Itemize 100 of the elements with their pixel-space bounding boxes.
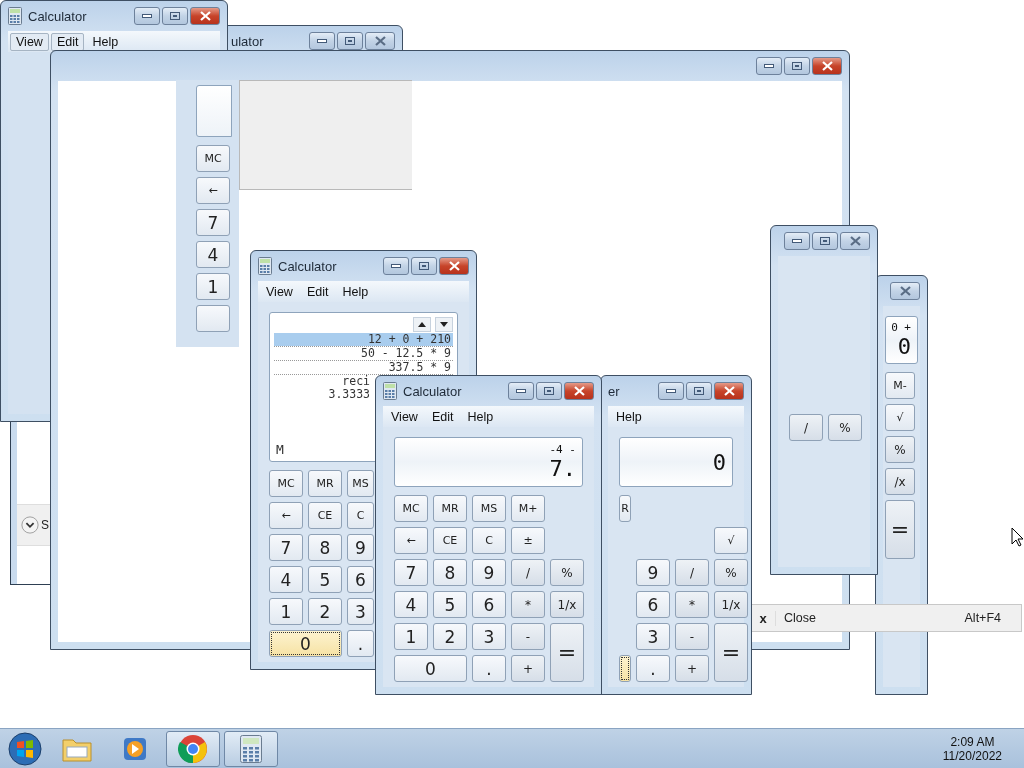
clock[interactable]: 2:09 AM 11/20/2022: [942, 734, 1020, 763]
minimize-button[interactable]: [658, 382, 684, 400]
history-entry[interactable]: reci: [274, 375, 372, 388]
calculator-key[interactable]: +: [675, 655, 709, 682]
calculator-key[interactable]: .: [636, 655, 670, 682]
minimize-button[interactable]: [134, 7, 160, 25]
calculator-key[interactable]: 9: [347, 534, 374, 561]
calculator-key[interactable]: MR: [308, 470, 342, 497]
calculator-key[interactable]: 1/x: [550, 591, 584, 618]
taskbar-app[interactable]: [166, 730, 220, 767]
calculator-key[interactable]: 1: [394, 623, 428, 650]
menu-item[interactable]: Edit: [50, 32, 85, 51]
calculator-key[interactable]: %: [885, 436, 915, 463]
calculator-key[interactable]: ±: [511, 527, 545, 554]
maximize-button[interactable]: [784, 57, 810, 75]
history-entry[interactable]: 50 - 12.5 * 9: [274, 347, 453, 360]
calculator-key[interactable]: 4: [269, 566, 303, 593]
menu-item[interactable]: Edit: [425, 407, 460, 426]
calculator-key[interactable]: MC: [269, 470, 303, 497]
close-button[interactable]: [890, 282, 920, 300]
calculator-key[interactable]: 1: [269, 598, 303, 625]
calculator-key[interactable]: %: [714, 559, 748, 586]
calculator-key[interactable]: MR: [433, 495, 467, 522]
maximize-button[interactable]: [162, 7, 188, 25]
calculator-key[interactable]: 5: [433, 591, 467, 618]
calculator-key[interactable]: 4: [196, 241, 230, 268]
calculator-key[interactable]: CE: [433, 527, 467, 554]
close-button[interactable]: [812, 57, 842, 75]
calculator-key[interactable]: /: [675, 559, 709, 586]
menu-item[interactable]: x Close Alt+F4: [750, 604, 1022, 632]
close-button[interactable]: [190, 7, 220, 25]
calculator-key[interactable]: 2: [433, 623, 467, 650]
scroll-up-button[interactable]: [413, 317, 431, 332]
calculator-key[interactable]: =: [714, 623, 748, 682]
calculator-key[interactable]: *: [511, 591, 545, 618]
calculator-key[interactable]: 2: [308, 598, 342, 625]
maximize-button[interactable]: [536, 382, 562, 400]
calculator-key[interactable]: √: [714, 527, 748, 554]
calculator-key[interactable]: C: [347, 502, 374, 529]
history-entry[interactable]: 3.3333: [274, 388, 372, 401]
calculator-key[interactable]: 7: [196, 209, 230, 236]
calculator-key[interactable]: 1/x: [714, 591, 748, 618]
calculator-key[interactable]: -: [675, 623, 709, 650]
close-button[interactable]: [714, 382, 744, 400]
calculator-key[interactable]: MC: [196, 145, 230, 172]
calculator-key[interactable]: /: [511, 559, 545, 586]
calculator-key[interactable]: √: [885, 404, 915, 431]
minimize-button[interactable]: [784, 232, 810, 250]
minimize-button[interactable]: [309, 32, 335, 50]
close-button[interactable]: [439, 257, 469, 275]
minimize-button[interactable]: [383, 257, 409, 275]
calculator-key[interactable]: =: [885, 500, 915, 559]
menu-item[interactable]: Help: [610, 407, 648, 426]
calculator-key[interactable]: .: [472, 655, 506, 682]
calculator-key[interactable]: /: [789, 414, 823, 441]
calculator-key[interactable]: R: [619, 495, 631, 522]
calculator-key[interactable]: *: [675, 591, 709, 618]
calculator-key[interactable]: .: [347, 630, 374, 657]
calculator-key[interactable]: MS: [472, 495, 506, 522]
calculator-key[interactable]: 6: [636, 591, 670, 618]
calculator-key[interactable]: 9: [472, 559, 506, 586]
menu-item[interactable]: Help: [86, 32, 125, 51]
history-entry[interactable]: 337.5 * 9: [274, 361, 453, 374]
calculator-key[interactable]: 5: [308, 566, 342, 593]
chevron-icon[interactable]: [21, 516, 39, 534]
calculator-key[interactable]: 1: [196, 273, 230, 300]
calculator-key[interactable]: M-: [885, 372, 915, 399]
calculator-key[interactable]: 3: [636, 623, 670, 650]
calculator-key[interactable]: 3: [472, 623, 506, 650]
calculator-key[interactable]: ←: [269, 502, 303, 529]
maximize-button[interactable]: [411, 257, 437, 275]
calculator-key[interactable]: %: [550, 559, 584, 586]
minimize-button[interactable]: [508, 382, 534, 400]
calculator-key[interactable]: 8: [433, 559, 467, 586]
calculator-key[interactable]: ←: [196, 177, 230, 204]
key-edge[interactable]: [619, 655, 631, 682]
calculator-key[interactable]: +: [511, 655, 545, 682]
calculator-key[interactable]: -: [511, 623, 545, 650]
maximize-button[interactable]: [812, 232, 838, 250]
menu-item[interactable]: Help: [461, 407, 500, 426]
calculator-key[interactable]: CE: [308, 502, 342, 529]
calculator-key[interactable]: MS: [347, 470, 374, 497]
scroll-down-button[interactable]: [435, 317, 453, 332]
close-button[interactable]: [365, 32, 395, 50]
calculator-key[interactable]: 0: [394, 655, 467, 682]
calculator-key[interactable]: C: [472, 527, 506, 554]
calculator-key[interactable]: 0: [269, 630, 342, 657]
close-button[interactable]: [840, 232, 870, 250]
menu-item[interactable]: Help: [336, 282, 375, 301]
calculator-key[interactable]: 4: [394, 591, 428, 618]
calculator-key[interactable]: 6: [472, 591, 506, 618]
calculator-key[interactable]: 8: [308, 534, 342, 561]
calculator-key[interactable]: 3: [347, 598, 374, 625]
calculator-key[interactable]: =: [550, 623, 584, 682]
calculator-key[interactable]: 9: [636, 559, 670, 586]
maximize-button[interactable]: [337, 32, 363, 50]
calculator-key[interactable]: %: [828, 414, 862, 441]
calculator-key[interactable]: 7: [269, 534, 303, 561]
calculator-key[interactable]: 6: [347, 566, 374, 593]
details-link[interactable]: S: [41, 518, 49, 532]
